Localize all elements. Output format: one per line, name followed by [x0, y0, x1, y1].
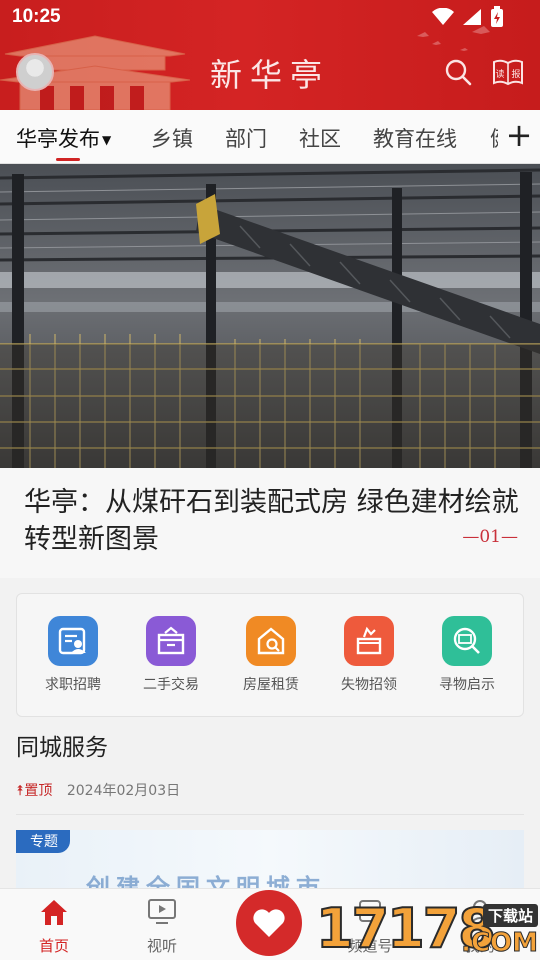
- site-watermark: 17178 下载站 .COM: [315, 897, 540, 960]
- tab-shequ[interactable]: 社区: [299, 123, 341, 153]
- nav-media[interactable]: 视听: [122, 897, 202, 956]
- section-title[interactable]: 同城服务: [16, 728, 108, 762]
- topic-tag: 专题: [16, 830, 70, 853]
- service-lost-found[interactable]: 失物招领: [329, 616, 409, 694]
- nav-label: 首页: [38, 937, 69, 955]
- box-icon: [146, 616, 196, 666]
- search-icon[interactable]: [444, 58, 472, 86]
- article-meta: ⯭置顶 2024年02月03日: [16, 780, 180, 800]
- signal-icon: [463, 9, 481, 25]
- carousel-index: —01—: [462, 527, 518, 547]
- tab-label: 华亭发布: [16, 127, 100, 151]
- tab-bumen[interactable]: 部门: [225, 123, 267, 153]
- service-label: 二手交易: [143, 677, 199, 693]
- service-label: 失物招领: [341, 677, 397, 693]
- publish-date: 2024年02月03日: [66, 783, 181, 799]
- service-label: 寻物启示: [439, 677, 495, 693]
- tab-xiangzhen[interactable]: 乡镇: [151, 123, 193, 153]
- city-services-card: 求职招聘 二手交易 房屋租赁 失物招领 寻物启示: [16, 593, 524, 717]
- banner-text: 创建全国文明城市: [86, 874, 326, 890]
- hero-image[interactable]: [0, 164, 540, 468]
- service-label: 求职招聘: [45, 677, 101, 693]
- newspaper-icon[interactable]: 读 报: [492, 58, 524, 86]
- active-tab-indicator: [56, 158, 80, 161]
- plus-icon[interactable]: +: [498, 110, 540, 163]
- service-label: 房屋租赁: [243, 677, 299, 693]
- nav-home[interactable]: 首页: [14, 897, 94, 956]
- topic-banner[interactable]: 专题 创建全国文明城市: [16, 830, 524, 890]
- svg-text:读: 读: [495, 68, 504, 80]
- tab-jiaoyu-zaixian[interactable]: 教育在线: [373, 123, 457, 153]
- home-icon: [41, 900, 67, 925]
- id-card-icon: [48, 616, 98, 666]
- pin-label: 置顶: [24, 783, 53, 799]
- pinned-badge: ⯭置顶: [16, 783, 52, 799]
- divider: [16, 814, 524, 815]
- house-search-icon: [246, 616, 296, 666]
- hero-title[interactable]: 华亭：从煤矸石到装配式房 绿色建材绘就转型新图景: [24, 484, 524, 558]
- svg-text:报: 报: [511, 68, 520, 80]
- status-bar: 10:25: [0, 0, 540, 36]
- service-job[interactable]: 求职招聘: [33, 616, 113, 694]
- status-time: 10:25: [12, 6, 61, 27]
- center-heart-button[interactable]: [236, 890, 302, 956]
- watermark-domain: .COM: [461, 928, 539, 959]
- tv-icon: [148, 899, 176, 924]
- watermark-site: 下载站: [482, 904, 538, 927]
- lost-box-icon: [344, 616, 394, 666]
- heart-icon: [253, 909, 285, 937]
- service-rental[interactable]: 房屋租赁: [231, 616, 311, 694]
- magnifier-card-icon: [442, 616, 492, 666]
- factory-photo: [0, 164, 540, 468]
- caret-down-icon: ▼: [102, 133, 112, 147]
- battery-icon: [491, 6, 503, 27]
- tab-huating-fabu[interactable]: 华亭发布 ▼: [16, 123, 111, 153]
- status-icons: [432, 6, 504, 28]
- service-seek-item[interactable]: 寻物启示: [427, 616, 507, 694]
- service-second-hand[interactable]: 二手交易: [131, 616, 211, 694]
- nav-label: 视听: [146, 937, 177, 955]
- wifi-icon: [432, 8, 454, 25]
- channel-tabs: 华亭发布▼ 乡镇 部门 社区 教育在线 健 +: [0, 110, 540, 164]
- app-header: 10:25 新华亭 读 报: [0, 0, 540, 110]
